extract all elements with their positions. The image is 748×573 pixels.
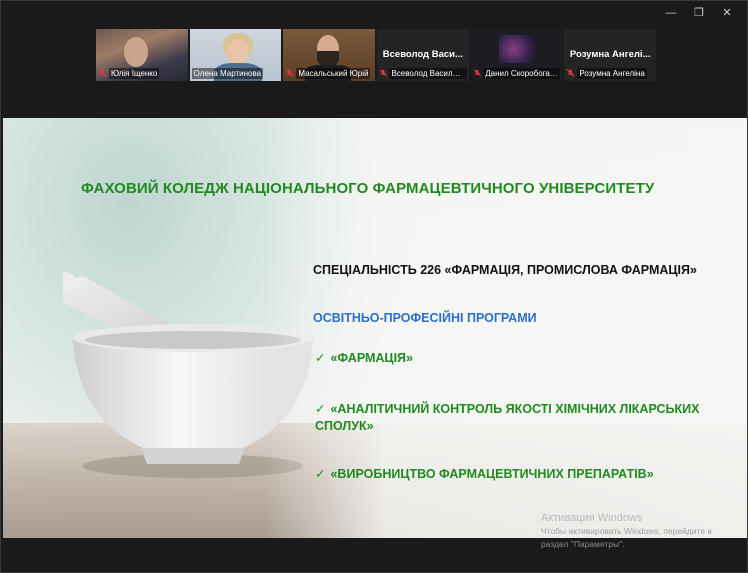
mic-muted-icon [379, 69, 387, 77]
participant-display-name: Розумна Ангелі... [569, 49, 651, 60]
specialty-heading: СПЕЦІАЛЬНІСТЬ 226 «ФАРМАЦІЯ, ПРОМИСЛОВА … [313, 263, 697, 277]
participant-tile[interactable]: Масальський Юрій [283, 29, 376, 81]
participant-tile[interactable]: Юлія Іщенко [96, 29, 188, 81]
checkmark-icon: ✓ [315, 351, 326, 365]
watermark-subtitle: Чтобы активировать Windows, перейдите в … [541, 526, 712, 549]
program-label: «ВИРОБНИЦТВО ФАРМАЦЕВТИЧНИХ ПРЕПАРАТІВ» [330, 467, 654, 481]
programs-heading: ОСВІТНЬО-ПРОФЕСІЙНІ ПРОГРАМИ [313, 311, 537, 325]
participant-name: Розумна Ангеліна [577, 67, 647, 79]
participant-tile[interactable]: Данил Скоробогатов [470, 29, 563, 81]
participant-name: Масальський Юрій [296, 67, 371, 79]
program-item: ✓ «АНАЛІТИЧНИЙ КОНТРОЛЬ ЯКОСТІ ХІМІЧНИХ … [315, 401, 735, 435]
participant-name: Всеволод Василенко [389, 67, 467, 79]
participant-tile[interactable]: Всеволод Васи... Всеволод Василенко [377, 29, 469, 81]
minimize-button[interactable]: — [657, 5, 685, 21]
participant-gallery: Юлія Іщенко Олена Мартинова Масальський … [96, 29, 657, 81]
participant-name: Данил Скоробогатов [483, 67, 561, 79]
slide-title: ФАХОВИЙ КОЛЕДЖ НАЦІОНАЛЬНОГО ФАРМАЦЕВТИЧ… [81, 180, 655, 197]
program-item: ✓ «ФАРМАЦІЯ» [315, 350, 413, 367]
shared-screen-slide: ФАХОВИЙ КОЛЕДЖ НАЦІОНАЛЬНОГО ФАРМАЦЕВТИЧ… [3, 118, 747, 538]
mic-muted-icon [285, 69, 294, 77]
windows-activation-watermark: Активация Windows Чтобы активировать Win… [541, 512, 741, 551]
program-item: ✓ «ВИРОБНИЦТВО ФАРМАЦЕВТИЧНИХ ПРЕПАРАТІВ… [315, 466, 654, 483]
restore-button[interactable]: ❐ [685, 5, 713, 21]
participant-name: Олена Мартинова [191, 67, 264, 79]
checkmark-icon: ✓ [315, 467, 326, 481]
mic-muted-icon [473, 69, 481, 77]
mic-muted-icon [566, 69, 575, 77]
participant-tile[interactable]: Розумна Ангелі... Розумна Ангеліна [564, 29, 657, 81]
close-button[interactable]: ✕ [713, 5, 741, 21]
program-label: «ФАРМАЦІЯ» [330, 351, 413, 365]
watermark-title: Активация Windows [541, 512, 643, 524]
participant-tile-active-speaker[interactable]: Олена Мартинова [189, 29, 282, 81]
checkmark-icon: ✓ [315, 402, 326, 416]
participant-name: Юлія Іщенко [109, 67, 160, 79]
mic-muted-icon [98, 69, 107, 77]
program-label: «АНАЛІТИЧНИЙ КОНТРОЛЬ ЯКОСТІ ХІМІЧНИХ ЛІ… [315, 402, 700, 433]
participant-display-name: Всеволод Васи... [382, 49, 463, 60]
window-controls: — ❐ ✕ [657, 5, 741, 21]
meeting-window: — ❐ ✕ Юлія Іщенко Олена Мартинова Масаль… [0, 0, 748, 573]
